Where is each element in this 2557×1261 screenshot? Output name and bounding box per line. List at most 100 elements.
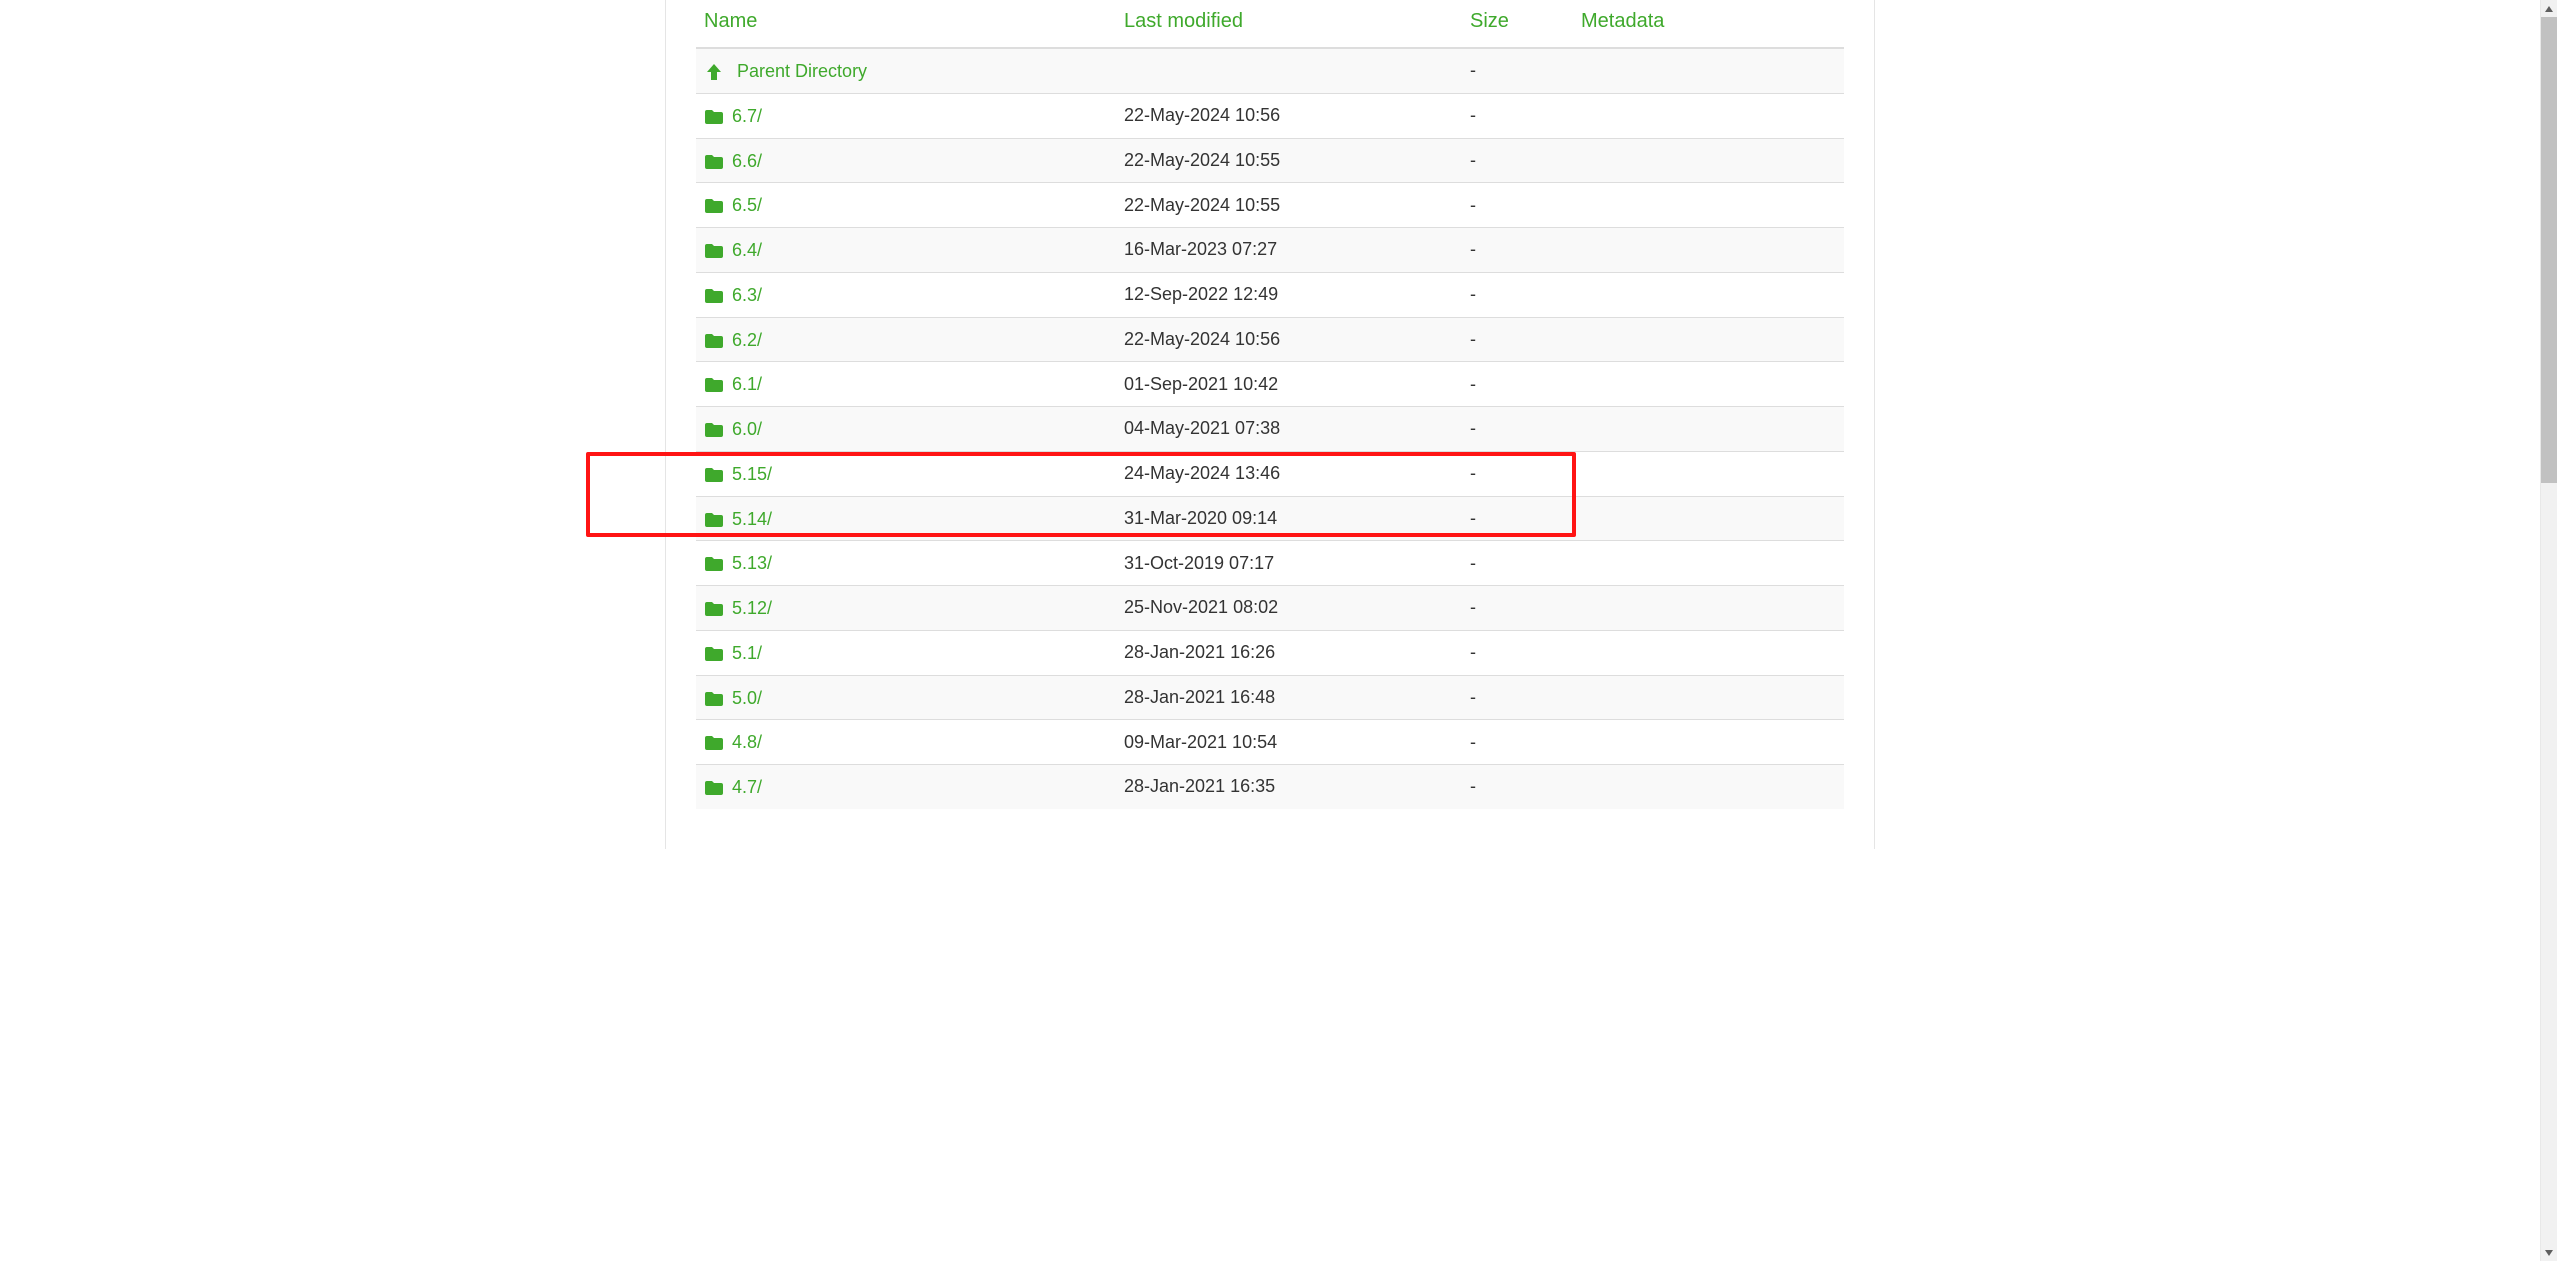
folder-name-label: 5.1/ — [732, 643, 762, 663]
table-row: 5.1/28-Jan-2021 16:26- — [696, 630, 1844, 675]
folder-name-label: 6.4/ — [732, 240, 762, 260]
table-row: 6.2/22-May-2024 10:56- — [696, 317, 1844, 362]
content-panel: Name Last modified Size Metadata — [665, 0, 1875, 849]
folder-name-label: 4.8/ — [732, 732, 762, 752]
metadata-cell — [1573, 183, 1844, 228]
size-cell: - — [1462, 541, 1573, 586]
column-header-name[interactable]: Name — [696, 0, 1116, 48]
metadata-cell — [1573, 93, 1844, 138]
modified-cell: 24-May-2024 13:46 — [1116, 451, 1462, 496]
scrollbar-up-arrow-icon[interactable] — [2541, 0, 2557, 17]
folder-name-label: 5.13/ — [732, 553, 772, 573]
metadata-cell — [1573, 407, 1844, 452]
metadata-cell — [1573, 228, 1844, 273]
modified-cell: 28-Jan-2021 16:48 — [1116, 675, 1462, 720]
metadata-cell — [1573, 138, 1844, 183]
size-cell: - — [1462, 93, 1573, 138]
modified-cell: 01-Sep-2021 10:42 — [1116, 362, 1462, 407]
parent-directory-label: Parent Directory — [737, 61, 867, 81]
modified-cell: 16-Mar-2023 07:27 — [1116, 228, 1462, 273]
metadata-cell — [1573, 630, 1844, 675]
folder-link[interactable]: 6.6/ — [704, 150, 762, 170]
metadata-cell — [1573, 451, 1844, 496]
folder-link[interactable]: 6.1/ — [704, 373, 762, 393]
table-row: 6.7/22-May-2024 10:56- — [696, 93, 1844, 138]
folder-link[interactable]: 6.7/ — [704, 105, 762, 125]
size-cell: - — [1462, 407, 1573, 452]
modified-cell: 09-Mar-2021 10:54 — [1116, 720, 1462, 765]
folder-link[interactable]: 6.4/ — [704, 239, 762, 259]
modified-cell: 28-Jan-2021 16:26 — [1116, 630, 1462, 675]
column-header-size[interactable]: Size — [1462, 0, 1573, 48]
modified-cell: 28-Jan-2021 16:35 — [1116, 765, 1462, 809]
size-cell: - — [1462, 765, 1573, 809]
arrow-up-icon — [704, 61, 724, 82]
folder-name-label: 4.7/ — [732, 777, 762, 797]
folder-link[interactable]: 5.13/ — [704, 552, 772, 572]
folder-name-label: 5.14/ — [732, 508, 772, 528]
directory-listing-table: Name Last modified Size Metadata — [696, 0, 1844, 809]
vertical-scrollbar[interactable] — [2540, 0, 2557, 1261]
folder-icon — [704, 643, 724, 664]
metadata-cell — [1573, 720, 1844, 765]
folder-link[interactable]: 4.7/ — [704, 776, 762, 796]
folder-name-label: 6.2/ — [732, 329, 762, 349]
name-cell: 6.5/ — [696, 183, 1116, 228]
table-row: 6.6/22-May-2024 10:55- — [696, 138, 1844, 183]
table-row: 6.0/04-May-2021 07:38- — [696, 407, 1844, 452]
size-cell: - — [1462, 630, 1573, 675]
parent-directory-link[interactable]: Parent Directory — [704, 60, 867, 80]
folder-link[interactable]: 6.2/ — [704, 329, 762, 349]
scrollbar-down-arrow-icon[interactable] — [2541, 1244, 2557, 1261]
metadata-cell — [1573, 317, 1844, 362]
folder-icon — [704, 732, 724, 753]
size-cell: - — [1462, 675, 1573, 720]
name-cell: 6.7/ — [696, 93, 1116, 138]
table-row: 6.1/01-Sep-2021 10:42- — [696, 362, 1844, 407]
name-cell: 5.15/ — [696, 451, 1116, 496]
folder-name-label: 6.1/ — [732, 374, 762, 394]
size-cell: - — [1462, 272, 1573, 317]
table-row: 5.14/31-Mar-2020 09:14- — [696, 496, 1844, 541]
size-cell: - — [1462, 586, 1573, 631]
metadata-cell — [1573, 362, 1844, 407]
table-row: 5.0/28-Jan-2021 16:48- — [696, 675, 1844, 720]
table-row: 4.8/09-Mar-2021 10:54- — [696, 720, 1844, 765]
size-cell: - — [1462, 228, 1573, 273]
folder-link[interactable]: 6.5/ — [704, 194, 762, 214]
folder-link[interactable]: 5.15/ — [704, 463, 772, 483]
scrollbar-thumb[interactable] — [2541, 17, 2557, 483]
parent-directory-row: Parent Directory - — [696, 48, 1844, 93]
folder-link[interactable]: 5.12/ — [704, 597, 772, 617]
name-cell: 6.1/ — [696, 362, 1116, 407]
scrollbar-track[interactable] — [2541, 17, 2557, 1244]
folder-link[interactable]: 4.8/ — [704, 731, 762, 751]
column-header-modified[interactable]: Last modified — [1116, 0, 1462, 48]
table-row: 6.4/16-Mar-2023 07:27- — [696, 228, 1844, 273]
table-row: 5.13/31-Oct-2019 07:17- — [696, 541, 1844, 586]
name-cell: 4.8/ — [696, 720, 1116, 765]
metadata-cell — [1573, 675, 1844, 720]
folder-link[interactable]: 5.0/ — [704, 687, 762, 707]
column-header-metadata[interactable]: Metadata — [1573, 0, 1844, 48]
folder-icon — [704, 195, 724, 216]
folder-icon — [704, 419, 724, 440]
folder-link[interactable]: 5.1/ — [704, 642, 762, 662]
name-cell: 6.6/ — [696, 138, 1116, 183]
name-cell: 5.0/ — [696, 675, 1116, 720]
parent-metadata-cell — [1573, 48, 1844, 93]
folder-icon — [704, 329, 724, 350]
modified-cell: 31-Oct-2019 07:17 — [1116, 541, 1462, 586]
name-cell: 5.14/ — [696, 496, 1116, 541]
folder-link[interactable]: 5.14/ — [704, 508, 772, 528]
name-cell: 5.12/ — [696, 586, 1116, 631]
folder-icon — [704, 240, 724, 261]
folder-link[interactable]: 6.3/ — [704, 284, 762, 304]
modified-cell: 12-Sep-2022 12:49 — [1116, 272, 1462, 317]
folder-name-label: 6.5/ — [732, 195, 762, 215]
size-cell: - — [1462, 317, 1573, 362]
folder-name-label: 6.6/ — [732, 150, 762, 170]
page-scroll-area[interactable]: Name Last modified Size Metadata — [0, 0, 2540, 1261]
folder-link[interactable]: 6.0/ — [704, 418, 762, 438]
modified-cell: 31-Mar-2020 09:14 — [1116, 496, 1462, 541]
